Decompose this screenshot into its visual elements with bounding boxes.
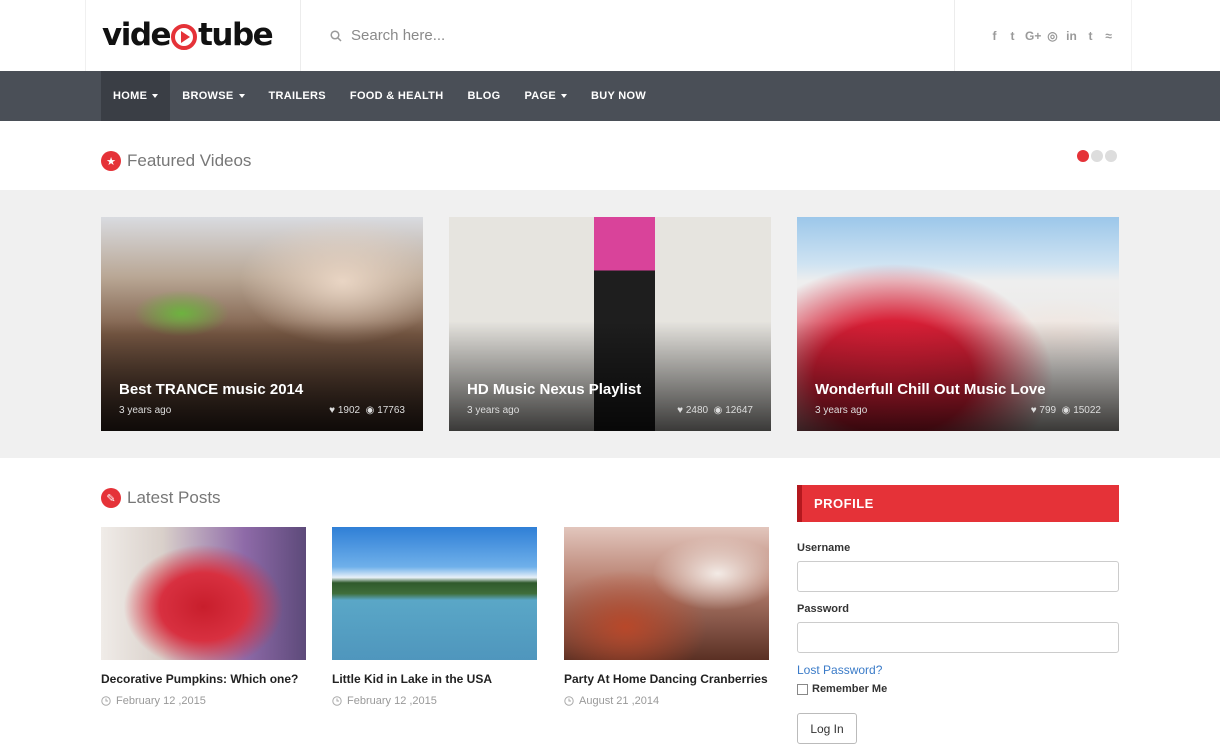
search-input[interactable] (351, 27, 911, 44)
featured-video-card[interactable]: HD Music Nexus Playlist 3 years ago ♥ 24… (449, 217, 771, 431)
search-bar (302, 0, 954, 71)
heart-icon: ♥ (329, 405, 338, 416)
carousel-dot-3[interactable] (1105, 150, 1117, 162)
logo-text-right: tube (198, 17, 274, 53)
video-age: 3 years ago (119, 405, 172, 416)
instagram-icon[interactable]: ◎ (1047, 29, 1058, 43)
caret-down-icon (152, 94, 159, 98)
video-title[interactable]: Best TRANCE music 2014 (119, 381, 303, 398)
post-item: Little Kid in Lake in the USA February 1… (332, 527, 537, 707)
featured-videos-heading: ★ Featured Videos (101, 151, 251, 171)
featured-videos-section: Best TRANCE music 2014 3 years ago ♥ 190… (0, 190, 1220, 458)
linkedin-icon[interactable]: in (1065, 29, 1078, 43)
remember-me: Remember Me (797, 683, 887, 695)
carousel-pagination (1077, 150, 1117, 162)
post-title[interactable]: Decorative Pumpkins: Which one? (101, 672, 306, 686)
featured-video-card[interactable]: Wonderfull Chill Out Music Love 3 years … (797, 217, 1119, 431)
post-thumbnail[interactable] (564, 527, 769, 660)
post-date: February 12 ,2015 (101, 695, 306, 707)
login-button[interactable]: Log In (797, 713, 857, 744)
post-date: February 12 ,2015 (332, 695, 537, 707)
heart-icon: ♥ (677, 405, 686, 416)
video-title[interactable]: Wonderfull Chill Out Music Love (815, 381, 1046, 398)
star-icon: ★ (101, 151, 121, 171)
carousel-dot-1[interactable] (1077, 150, 1089, 162)
post-title[interactable]: Little Kid in Lake in the USA (332, 672, 537, 686)
google-plus-icon[interactable]: G+ (1025, 29, 1041, 43)
video-stats: ♥ 2480 ◉ 12647 (677, 405, 753, 416)
post-title[interactable]: Party At Home Dancing Cranberries (564, 672, 769, 686)
video-title[interactable]: HD Music Nexus Playlist (467, 381, 641, 398)
nav-item-home[interactable]: HOME (101, 71, 171, 121)
facebook-icon[interactable]: f (989, 29, 1000, 43)
social-links: f t G+ ◎ in t ≈ (954, 0, 1132, 71)
video-age: 3 years ago (815, 405, 868, 416)
featured-video-card[interactable]: Best TRANCE music 2014 3 years ago ♥ 190… (101, 217, 423, 431)
play-icon (171, 23, 198, 50)
logo-text-left: vide (102, 17, 172, 53)
nav-item-buy-now[interactable]: BUY NOW (579, 71, 658, 121)
post-item: Party At Home Dancing Cranberries August… (564, 527, 769, 707)
search-icon (330, 29, 342, 42)
video-stats: ♥ 799 ◉ 15022 (1030, 405, 1101, 416)
rss-icon[interactable]: ≈ (1103, 29, 1114, 43)
post-date: August 21 ,2014 (564, 695, 769, 707)
carousel-dot-2[interactable] (1091, 150, 1103, 162)
password-label: Password (797, 603, 849, 615)
eye-icon: ◉ (362, 405, 378, 416)
profile-widget-heading: PROFILE (797, 485, 1119, 522)
nav-item-food-health[interactable]: FOOD & HEALTH (338, 71, 456, 121)
pencil-icon: ✎ (101, 488, 121, 508)
nav-item-blog[interactable]: BLOG (455, 71, 512, 121)
nav-item-page[interactable]: PAGE (512, 71, 579, 121)
post-item: Decorative Pumpkins: Which one? February… (101, 527, 306, 707)
eye-icon: ◉ (710, 405, 726, 416)
username-label: Username (797, 542, 851, 554)
password-field[interactable] (797, 622, 1119, 653)
twitter-icon[interactable]: t (1007, 29, 1018, 43)
post-thumbnail[interactable] (332, 527, 537, 660)
caret-down-icon (238, 94, 245, 98)
logo-container: vide tube (85, 0, 301, 71)
site-logo[interactable]: vide tube (102, 17, 274, 53)
clock-icon (564, 696, 574, 706)
lost-password-link[interactable]: Lost Password? (797, 663, 882, 677)
clock-icon (332, 696, 342, 706)
caret-down-icon (561, 94, 567, 98)
latest-posts-heading: ✎ Latest Posts (101, 488, 221, 508)
nav-item-browse[interactable]: BROWSE (170, 71, 256, 121)
post-thumbnail[interactable] (101, 527, 306, 660)
tumblr-icon[interactable]: t (1085, 29, 1096, 43)
video-age: 3 years ago (467, 405, 520, 416)
site-header: vide tube f t G+ ◎ in t ≈ (0, 0, 1220, 71)
nav-item-trailers[interactable]: TRAILERS (257, 71, 338, 121)
video-stats: ♥ 1902 ◉ 17763 (329, 405, 405, 416)
eye-icon: ◉ (1058, 405, 1074, 416)
remember-me-checkbox[interactable] (797, 683, 808, 695)
main-navigation: HOME BROWSE TRAILERS FOOD & HEALTH BLOG … (0, 71, 1220, 121)
username-field[interactable] (797, 561, 1119, 592)
clock-icon (101, 696, 111, 706)
nav-menu: HOME BROWSE TRAILERS FOOD & HEALTH BLOG … (101, 71, 658, 121)
